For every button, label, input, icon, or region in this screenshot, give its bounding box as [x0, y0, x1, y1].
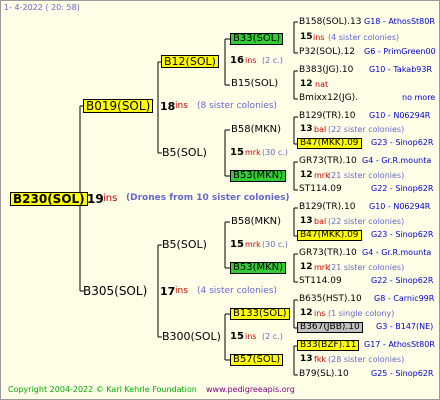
- g2-num: 16: [230, 55, 244, 66]
- g4-info: G10 - N06294R: [369, 111, 431, 120]
- g1-num: 18: [160, 100, 176, 113]
- g4-info: G4 - Gr.R.mounta: [362, 248, 432, 257]
- g3-note: (21 sister colonies): [328, 263, 405, 272]
- g4-info: G22 - Sinop62R: [371, 184, 434, 193]
- g3-note: (22 sister colonies): [328, 217, 405, 226]
- g3-unit: bal: [314, 125, 327, 134]
- g3-queen[interactable]: B15(SOL): [231, 79, 278, 89]
- g4-info: G17 - AthosSt80R: [364, 340, 435, 349]
- g1-queen[interactable]: B305(SOL): [83, 285, 147, 297]
- g2-num: 15: [230, 147, 244, 158]
- g3-note: (21 sister colonies): [328, 171, 405, 180]
- g3-queen[interactable]: B58(MKN): [231, 217, 281, 227]
- g2-note: (30 c.): [262, 148, 288, 157]
- g2-note: (2 c.): [262, 332, 283, 341]
- copyright-text: Copyright 2004-2022 © Karl Kehrle Founda…: [8, 385, 197, 394]
- g3-queen[interactable]: B58(MKN): [231, 125, 281, 135]
- g2-unit: ins: [245, 332, 257, 341]
- g1-note: (4 sister colonies): [197, 286, 278, 296]
- g1-queen[interactable]: B019(SOL): [83, 99, 154, 113]
- g3-queen[interactable]: B53(MKN): [230, 262, 287, 274]
- g4-queen[interactable]: B79(SL).10: [299, 370, 349, 379]
- g4-info: no more: [402, 93, 436, 102]
- g3-queen[interactable]: B53(MKN): [230, 170, 287, 182]
- g2-unit: ins: [245, 56, 257, 65]
- g2-note: (2 c.): [262, 56, 283, 65]
- g4-queen[interactable]: B47(MKK).09: [297, 230, 362, 241]
- g2-unit: mrk: [245, 148, 261, 157]
- g3-unit: bal: [314, 217, 327, 226]
- g3-note: (1 single colony): [328, 309, 395, 318]
- g2-queen[interactable]: B12(SOL): [161, 55, 219, 68]
- g4-queen[interactable]: B383(JG).10: [299, 66, 353, 75]
- root-note: (Drones from 10 sister colonies): [126, 193, 290, 203]
- g4-queen[interactable]: B635(HST).10: [299, 295, 362, 304]
- g4-info: G8 - Carnic99R: [374, 294, 435, 303]
- root-queen[interactable]: B230(SOL): [10, 192, 88, 206]
- g3-num: 15: [300, 32, 313, 42]
- g1-unit: ins: [175, 286, 188, 296]
- g1-num: 17: [160, 285, 176, 298]
- g4-queen[interactable]: B129(TR).10: [299, 112, 355, 121]
- g4-info: G3 - B147(NE): [376, 322, 434, 331]
- g4-queen[interactable]: Bmixx12(JG).: [299, 94, 358, 103]
- g3-num: 12: [300, 170, 313, 180]
- g4-info: G10 - N06294R: [369, 202, 431, 211]
- g3-unit: nat: [315, 80, 329, 89]
- g2-unit: mrk: [245, 240, 261, 249]
- g4-info: G10 - Takab93R: [369, 65, 433, 74]
- g3-num: 13: [300, 124, 313, 134]
- g3-note: (22 sister colonies): [328, 125, 405, 134]
- g4-info: G25 - Sinop62R: [371, 369, 434, 378]
- g4-queen[interactable]: B33(BZF).11: [297, 340, 360, 351]
- root-num: 19: [87, 192, 104, 206]
- g4-queen[interactable]: B367(JBB).10: [297, 322, 363, 333]
- g4-queen[interactable]: B129(TR).10: [299, 203, 355, 212]
- g2-queen[interactable]: B5(SOL): [162, 147, 207, 158]
- root-unit: ins: [103, 193, 118, 204]
- g4-info: G23 - Sinop62R: [371, 230, 434, 239]
- g3-unit: ins: [314, 309, 326, 318]
- g2-queen[interactable]: B300(SOL): [162, 331, 221, 342]
- g4-queen[interactable]: GR73(TR).10: [299, 157, 357, 166]
- g3-queen[interactable]: B57(SOL): [230, 354, 284, 366]
- g2-num: 15: [230, 239, 244, 250]
- g4-queen[interactable]: P32(SOL).12: [299, 48, 355, 57]
- g3-note: (4 sister colonies): [328, 33, 400, 42]
- g2-queen[interactable]: B5(SOL): [162, 239, 207, 250]
- timestamp: 1- 4-2022 ( 20: 58): [4, 3, 80, 12]
- g4-queen[interactable]: B158(SOL).13: [299, 18, 362, 27]
- g3-num: 13: [300, 216, 313, 226]
- g3-queen[interactable]: B133(SOL): [230, 308, 290, 320]
- g4-info: G23 - Sinop62R: [371, 138, 434, 147]
- g2-note: (30 c.): [262, 240, 288, 249]
- g1-note: (8 sister colonies): [197, 101, 278, 111]
- g3-unit: fkk: [314, 355, 327, 364]
- g3-num: 13: [300, 354, 313, 364]
- g2-num: 15: [230, 331, 244, 342]
- g3-num: 12: [300, 262, 313, 272]
- website-link[interactable]: www.pedigreeapis.org: [206, 386, 295, 394]
- g3-num: 12: [300, 308, 313, 318]
- g3-note: (28 sister colonies): [328, 355, 405, 364]
- g3-queen[interactable]: B33(SOL): [230, 33, 284, 45]
- g4-info: G22 - Sinop62R: [371, 276, 434, 285]
- g4-queen[interactable]: ST114.09: [299, 277, 342, 286]
- g1-unit: ins: [175, 101, 188, 111]
- g4-info: G4 - Gr.R.mounta: [362, 156, 432, 165]
- g4-queen[interactable]: GR73(TR).10: [299, 249, 357, 258]
- g4-info: G6 - PrimGreen00: [364, 47, 436, 56]
- g4-queen[interactable]: ST114.09: [299, 185, 342, 194]
- g4-info: G18 - AthosSt80R: [364, 17, 435, 26]
- g4-queen[interactable]: B47(MKK).09: [297, 138, 362, 149]
- g3-unit: ins: [313, 33, 325, 42]
- g3-num: 12: [300, 79, 313, 89]
